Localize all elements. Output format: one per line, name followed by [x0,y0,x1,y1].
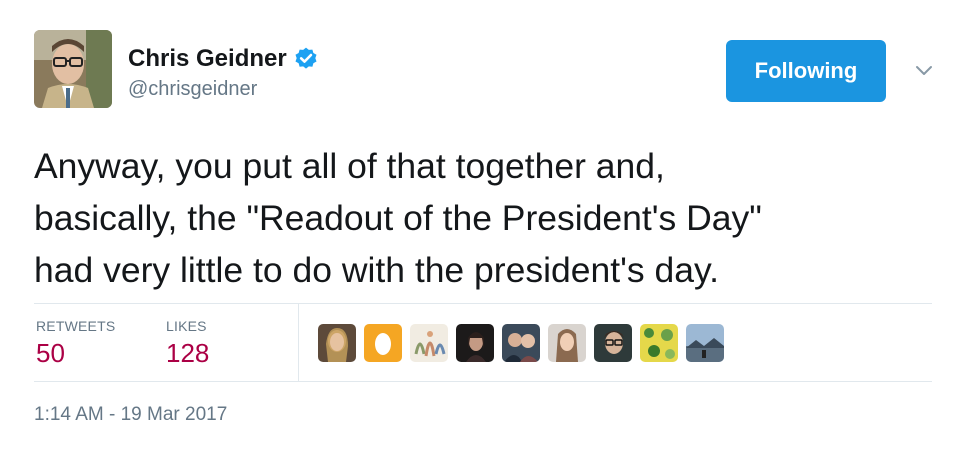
likes-label: LIKES [166,318,207,334]
likes-count: 128 [166,338,210,368]
liker-avatar-landscape-icon[interactable] [686,324,724,362]
user-handle[interactable]: @chrisgeidner [128,78,257,101]
liker-avatar-woman-blonde-icon[interactable] [318,324,356,362]
retweets-stat[interactable]: RETWEETS 50 [36,318,115,369]
user-name-row[interactable]: Chris Geidner [128,43,319,75]
liker-avatar-egg-icon[interactable] [364,324,402,362]
following-button[interactable]: Following [726,40,886,102]
tweet-card: Chris Geidner @chrisgeidner Following An… [0,0,980,450]
liker-avatar-woman-glasses-icon[interactable] [594,324,632,362]
retweets-label: RETWEETS [36,318,116,334]
divider [34,303,932,304]
verified-badge-icon [293,46,319,72]
tweet-text: Anyway, you put all of that together and… [34,140,954,296]
liker-avatar-yellow-pattern-icon[interactable] [640,324,678,362]
retweets-count: 50 [36,338,65,368]
liker-avatars [318,324,732,362]
user-display-name[interactable]: Chris Geidner [128,45,287,73]
divider [34,381,932,382]
likes-stat[interactable]: LIKES 128 [166,318,209,369]
tweet-timestamp[interactable]: 1:14 AM - 19 Mar 2017 [34,404,227,426]
liker-avatar-illustration-icon[interactable] [410,324,448,362]
user-avatar[interactable] [34,30,112,108]
liker-avatar-woman-light-icon[interactable] [548,324,586,362]
chevron-down-icon[interactable] [912,58,936,82]
tweet-text-line: basically, the "Readout of the President… [34,198,762,238]
liker-avatar-couple-icon[interactable] [502,324,540,362]
liker-avatar-dark-icon[interactable] [456,324,494,362]
tweet-text-line: had very little to do with the president… [34,250,719,290]
stats-divider [298,304,299,381]
tweet-text-line: Anyway, you put all of that together and… [34,146,665,186]
